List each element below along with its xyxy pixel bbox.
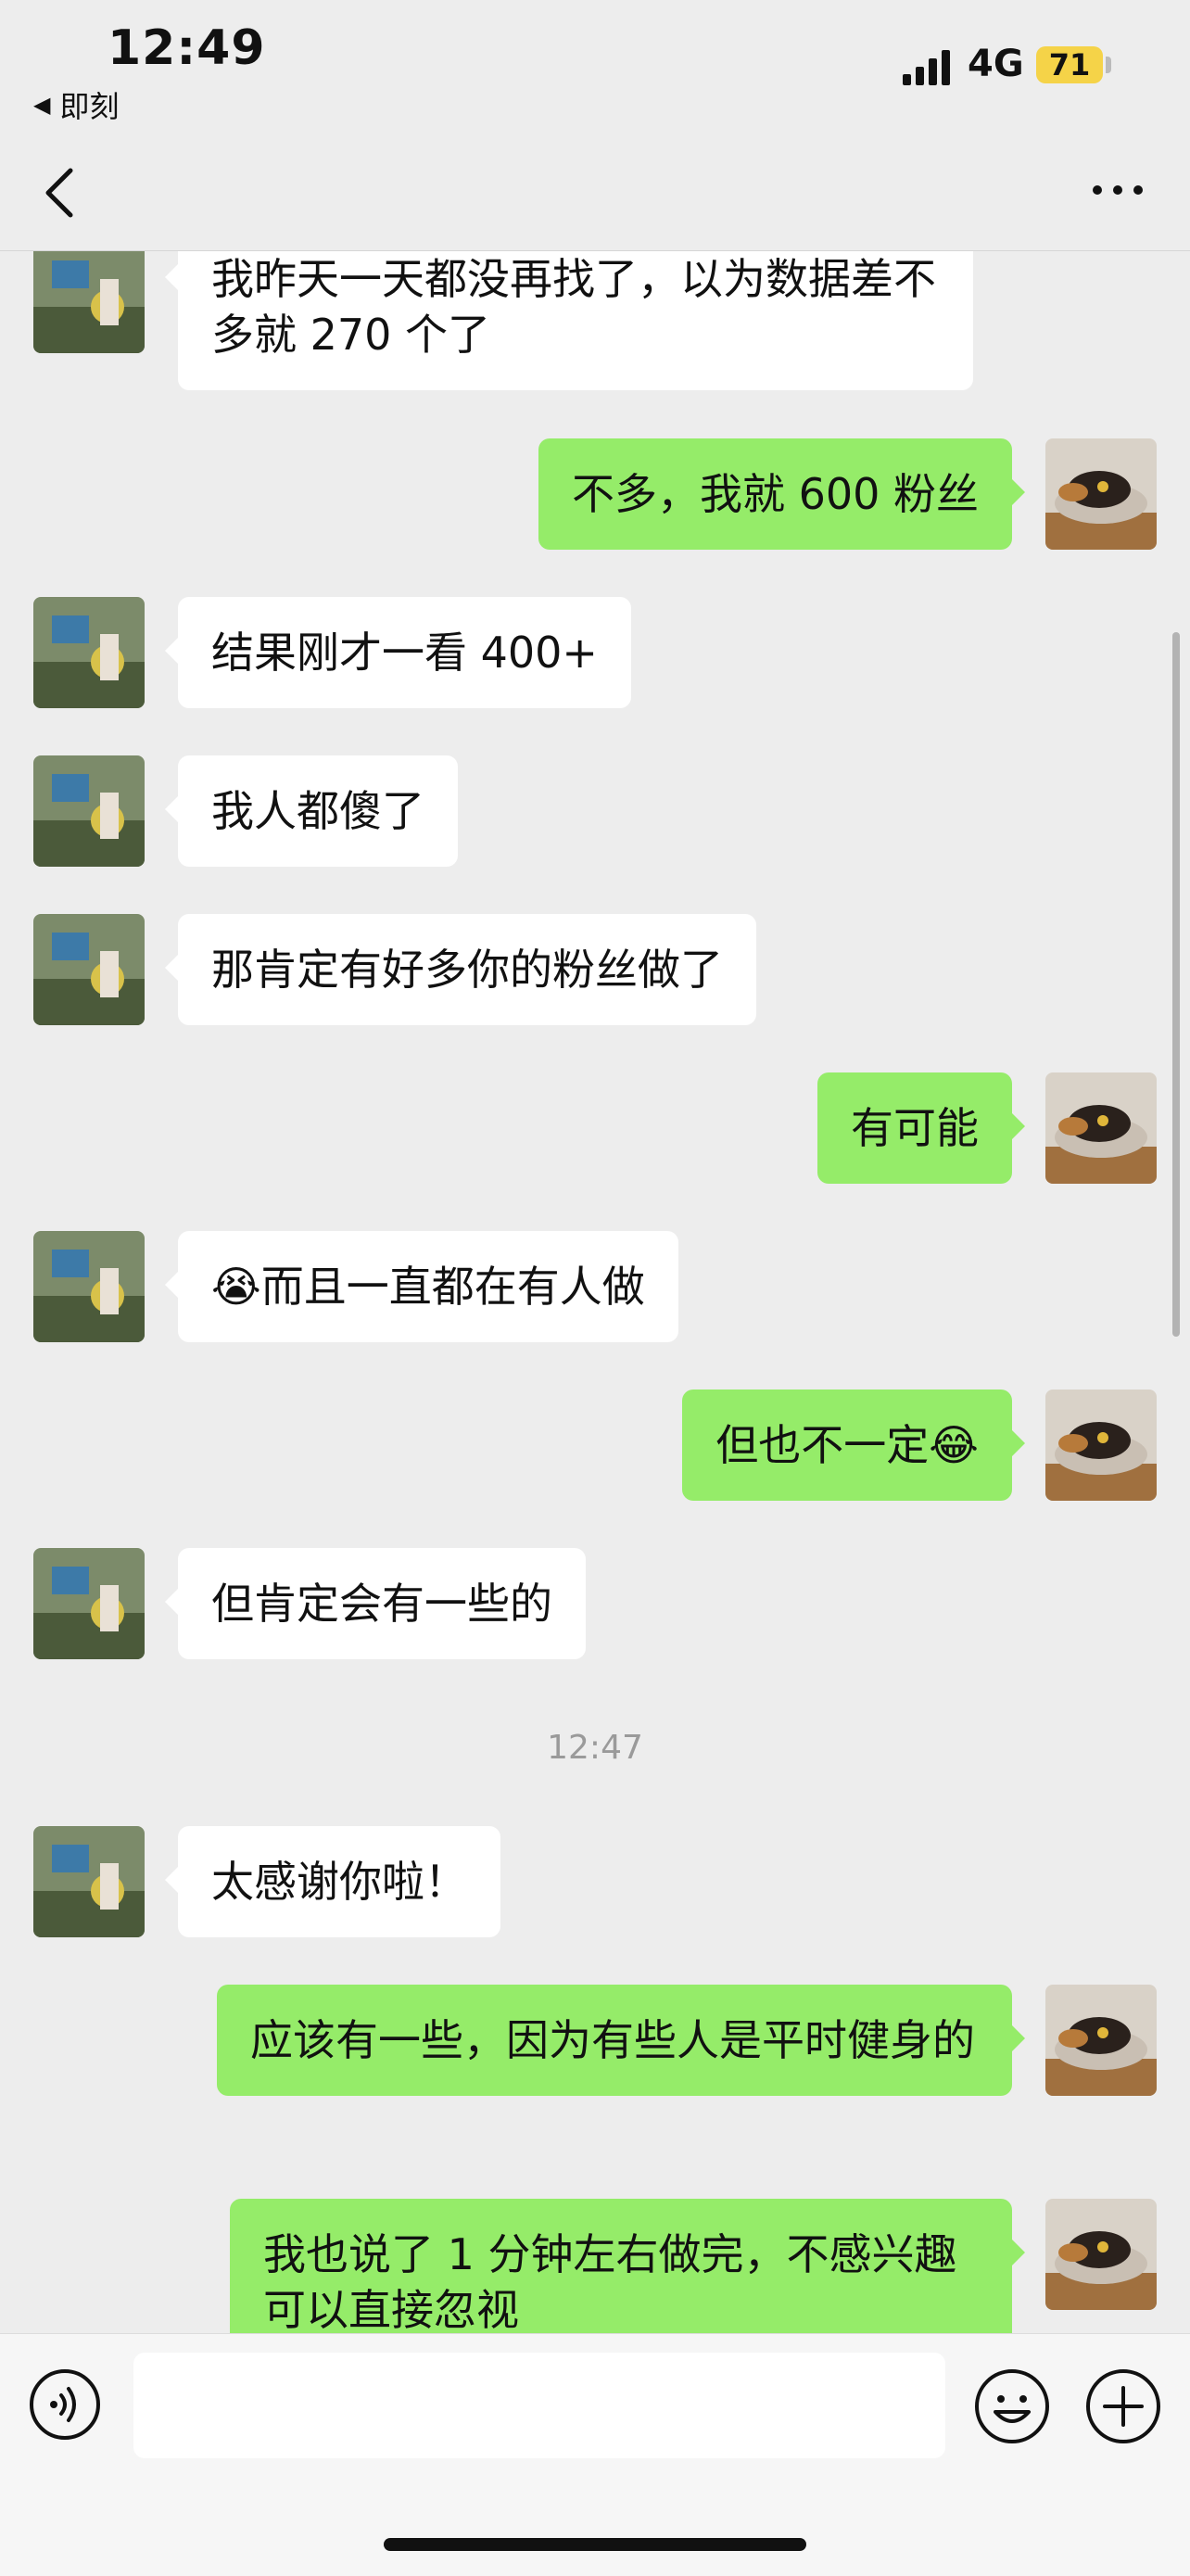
contact-avatar[interactable] (33, 251, 145, 353)
contact-avatar-image (33, 1548, 145, 1659)
signal-icon (903, 50, 950, 85)
message-timestamp: 12:47 (547, 1729, 643, 1767)
contact-avatar-image (33, 251, 145, 353)
emoji-icon[interactable] (973, 2367, 1051, 2445)
my-avatar[interactable] (1045, 2199, 1157, 2310)
home-indicator[interactable] (384, 2538, 806, 2551)
contact-avatar[interactable] (33, 755, 145, 867)
status-bar: 12:49 ◀ 即刻 4G 71 (0, 0, 1190, 139)
contact-avatar-image (33, 1826, 145, 1937)
contact-avatar-image (33, 1231, 145, 1342)
message-bubble-incoming[interactable]: 我昨天一天都没再找了，以为数据差不多就 270 个了 (165, 251, 973, 390)
message-bubble-outgoing[interactable]: 但也不一定😂 (682, 1390, 1025, 1501)
message-input[interactable] (133, 2353, 945, 2458)
message-bubble-outgoing[interactable]: 应该有一些，因为有些人是平时健身的 (217, 1985, 1025, 2096)
more-dots-icon[interactable] (1090, 176, 1146, 204)
back-triangle-icon: ◀ (33, 92, 51, 118)
battery-tip (1106, 57, 1111, 73)
my-avatar-image (1045, 438, 1157, 550)
contact-avatar[interactable] (33, 1548, 145, 1659)
voice-icon[interactable] (28, 2367, 102, 2442)
contact-avatar-image (33, 914, 145, 1025)
back-app-label: 即刻 (59, 89, 120, 124)
status-time: 12:49 (108, 20, 266, 76)
contact-avatar-image (33, 755, 145, 867)
message-bubble-outgoing[interactable]: 不多，我就 600 粉丝 (538, 438, 1026, 550)
message-bubble-incoming[interactable]: 太感谢你啦！ (165, 1826, 500, 1937)
my-avatar-image (1045, 1390, 1157, 1501)
chevron-left-icon[interactable] (37, 165, 83, 221)
my-avatar-image (1045, 1072, 1157, 1184)
contact-avatar-image (33, 597, 145, 708)
my-avatar-image (1045, 2199, 1157, 2310)
message-bubble-incoming[interactable]: 我人都傻了 (165, 755, 458, 867)
message-bubble-incoming[interactable]: 😭而且一直都在有人做 (165, 1231, 678, 1342)
back-to-app-link[interactable]: ◀ 即刻 (33, 83, 119, 126)
contact-avatar[interactable] (33, 914, 145, 1025)
my-avatar[interactable] (1045, 1985, 1157, 2096)
my-avatar[interactable] (1045, 1072, 1157, 1184)
my-avatar-image (1045, 1985, 1157, 2096)
message-bubble-outgoing[interactable]: 我也说了 1 分钟左右做完，不感兴趣可以直接忽视 (230, 2199, 1025, 2333)
scrollbar[interactable] (1172, 632, 1180, 1337)
message-bubble-outgoing[interactable]: 有可能 (817, 1072, 1025, 1184)
contact-avatar[interactable] (33, 1231, 145, 1342)
battery-icon: 71 (1036, 46, 1103, 83)
my-avatar[interactable] (1045, 1390, 1157, 1501)
message-bubble-incoming[interactable]: 但肯定会有一些的 (165, 1548, 586, 1659)
network-type: 4G (968, 43, 1024, 85)
plus-icon[interactable] (1084, 2367, 1162, 2445)
chat-header (0, 139, 1190, 251)
message-list[interactable]: 我昨天一天都没再找了，以为数据差不多就 270 个了 不多，我就 600 粉丝 … (0, 251, 1190, 2333)
contact-avatar[interactable] (33, 597, 145, 708)
message-bubble-incoming[interactable]: 那肯定有好多你的粉丝做了 (165, 914, 756, 1025)
contact-avatar[interactable] (33, 1826, 145, 1937)
my-avatar[interactable] (1045, 438, 1157, 550)
battery-level: 71 (1048, 47, 1091, 82)
message-bubble-incoming[interactable]: 结果刚才一看 400+ (165, 597, 631, 708)
